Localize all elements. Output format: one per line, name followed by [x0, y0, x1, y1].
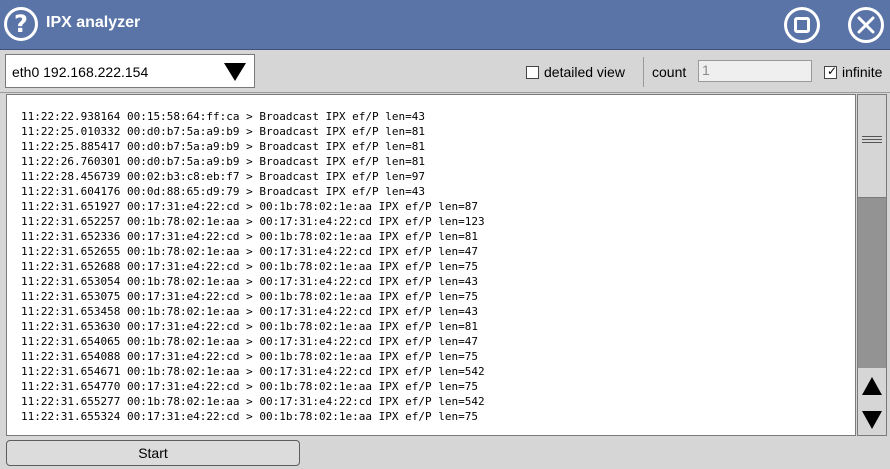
- log-line: 11:22:31.604176 00:0d:88:65:d9:79 > Broa…: [21, 185, 425, 198]
- log-line: 11:22:31.654088 00:17:31:e4:22:cd > 00:1…: [21, 350, 478, 363]
- count-label: count: [652, 64, 687, 80]
- infinite-label[interactable]: infinite: [842, 64, 882, 80]
- maximize-icon[interactable]: [784, 7, 820, 43]
- window-title: IPX analyzer: [46, 14, 141, 31]
- start-button[interactable]: Start: [6, 440, 300, 466]
- log-line: 11:22:25.010332 00:d0:b7:5a:a9:b9 > Broa…: [21, 125, 425, 138]
- log-line: 11:22:31.655277 00:1b:78:02:1e:aa > 00:1…: [21, 395, 485, 408]
- log-line: 11:22:31.652655 00:1b:78:02:1e:aa > 00:1…: [21, 245, 478, 258]
- log-line: 11:22:31.652257 00:1b:78:02:1e:aa > 00:1…: [21, 215, 485, 228]
- help-icon[interactable]: ?: [4, 7, 38, 41]
- toolbar: eth0 192.168.222.154 detailed view count…: [0, 51, 890, 93]
- log-line: 11:22:31.654770 00:17:31:e4:22:cd > 00:1…: [21, 380, 478, 393]
- log-line: 11:22:31.653458 00:1b:78:02:1e:aa > 00:1…: [21, 305, 478, 318]
- log-scrollbar[interactable]: [857, 94, 887, 436]
- check-icon: ✓: [827, 64, 838, 78]
- log-line: 11:22:22.938164 00:15:58:64:ff:ca > Broa…: [21, 110, 425, 123]
- close-icon[interactable]: [848, 7, 884, 43]
- log-line: 11:22:26.760301 00:d0:b7:5a:a9:b9 > Broa…: [21, 155, 425, 168]
- log-line: 11:22:25.885417 00:d0:b7:5a:a9:b9 > Broa…: [21, 140, 425, 153]
- maximize-square: [794, 17, 810, 33]
- detailed-view-checkbox[interactable]: [526, 66, 539, 79]
- log-line: 11:22:31.652688 00:17:31:e4:22:cd > 00:1…: [21, 260, 478, 273]
- log-line: 11:22:31.654671 00:1b:78:02:1e:aa > 00:1…: [21, 365, 485, 378]
- log-line: 11:22:28.456739 00:02:b3:c8:eb:f7 > Broa…: [21, 170, 425, 183]
- scrollbar-thumb[interactable]: [858, 95, 886, 198]
- log-line: 11:22:31.651927 00:17:31:e4:22:cd > 00:1…: [21, 200, 478, 213]
- close-x-glyph: [857, 16, 875, 34]
- log-line: 11:22:31.652336 00:17:31:e4:22:cd > 00:1…: [21, 230, 478, 243]
- scroll-up-icon[interactable]: [862, 377, 882, 395]
- log-line: 11:22:31.655324 00:17:31:e4:22:cd > 00:1…: [21, 410, 478, 423]
- scrollbar-track[interactable]: [858, 198, 886, 368]
- log-line: 11:22:31.653054 00:1b:78:02:1e:aa > 00:1…: [21, 275, 478, 288]
- ipx-analyzer-window: ? IPX analyzer eth0 192.168.222.154 deta…: [0, 0, 890, 469]
- title-bar: ? IPX analyzer: [0, 0, 890, 50]
- packet-log-lines: 11:22:22.938164 00:15:58:64:ff:ca > Broa…: [21, 109, 485, 424]
- thumb-grip-line: [862, 142, 882, 143]
- detailed-view-label[interactable]: detailed view: [544, 64, 625, 80]
- toolbar-separator: [643, 57, 644, 87]
- packet-log[interactable]: 11:22:22.938164 00:15:58:64:ff:ca > Broa…: [6, 94, 856, 436]
- log-line: 11:22:31.654065 00:1b:78:02:1e:aa > 00:1…: [21, 335, 478, 348]
- thumb-grip-line: [862, 139, 882, 140]
- bottom-bar: Start: [0, 437, 890, 469]
- log-line: 11:22:31.653075 00:17:31:e4:22:cd > 00:1…: [21, 290, 478, 303]
- count-input[interactable]: 1: [698, 60, 812, 82]
- thumb-grip-line: [862, 136, 882, 137]
- scroll-down-icon[interactable]: [862, 411, 882, 429]
- interface-value: eth0 192.168.222.154: [12, 64, 149, 80]
- infinite-checkbox[interactable]: ✓: [824, 64, 838, 79]
- log-line: 11:22:31.653630 00:17:31:e4:22:cd > 00:1…: [21, 320, 478, 333]
- dropdown-arrow-icon[interactable]: [224, 63, 246, 81]
- interface-select[interactable]: eth0 192.168.222.154: [5, 54, 255, 88]
